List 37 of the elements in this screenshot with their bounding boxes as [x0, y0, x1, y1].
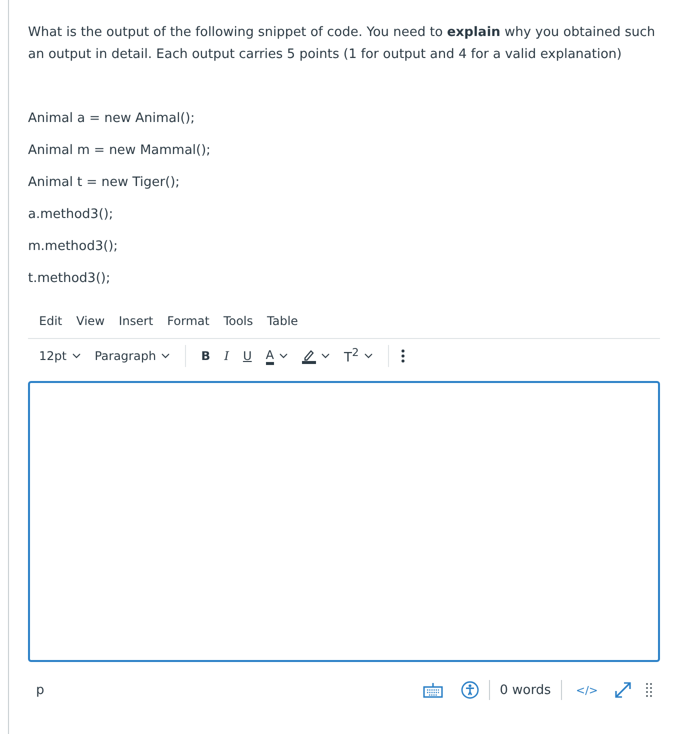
resize-handle-icon[interactable] — [646, 683, 652, 697]
chevron-down-icon — [161, 353, 170, 359]
answer-box[interactable] — [28, 381, 660, 662]
dropdown-label: Paragraph — [94, 349, 156, 363]
superscript-button[interactable]: T$^{2}$ — [336, 344, 380, 368]
chevron-down-icon — [320, 353, 330, 359]
menu-item[interactable]: Tools — [216, 312, 260, 330]
block-format-dropdown[interactable]: Paragraph — [88, 347, 178, 365]
dropdown-label: 12pt — [39, 349, 67, 363]
fullscreen-icon[interactable] — [614, 681, 632, 699]
menu-item[interactable]: Edit — [32, 312, 70, 330]
code-line: a.method3(); — [28, 206, 114, 224]
question-text: What is the output of the following snippet of code. You need to explain why you obtained such an output in detail. Each output carries 5 points (1 for output and 4 for a valid explanation) — [28, 24, 656, 64]
chevron-down-icon — [72, 353, 81, 359]
chevron-down-icon — [278, 353, 288, 359]
highlighter-icon — [302, 348, 316, 364]
code-line: t.method3(); — [28, 270, 112, 288]
menu-item[interactable]: Table — [260, 312, 306, 330]
underline-button[interactable]: U — [236, 347, 259, 365]
more-options-icon[interactable] — [400, 349, 405, 363]
word-count: 0 words — [500, 682, 551, 698]
menu-item[interactable]: Format — [160, 312, 216, 330]
menu-item[interactable]: Insert — [112, 312, 160, 330]
element-path[interactable]: p — [36, 682, 44, 698]
code-line: m.method3(); — [28, 238, 119, 256]
code-line: Animal a = new Animal(); — [28, 110, 196, 128]
code-line: Animal m = new Mammal(); — [28, 142, 212, 160]
chevron-down-icon — [364, 353, 373, 359]
accessibility-icon[interactable] — [460, 681, 479, 699]
code-line: Animal t = new Tiger(); — [28, 174, 181, 192]
bold-button[interactable]: B — [194, 347, 218, 365]
keyboard-icon[interactable] — [422, 682, 443, 698]
text-color-button[interactable]: A — [258, 346, 295, 366]
font-size-dropdown[interactable]: 12pt — [32, 347, 88, 365]
html-editor-button[interactable]: </> — [572, 684, 602, 696]
menu-item[interactable]: View — [69, 312, 112, 330]
italic-button[interactable]: I — [217, 347, 236, 365]
